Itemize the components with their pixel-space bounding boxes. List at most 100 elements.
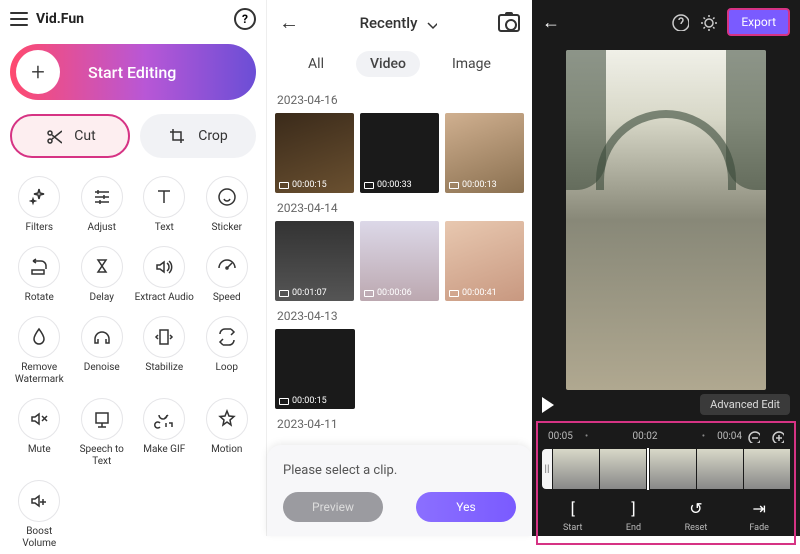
date-label: 2023-04-13 [277,309,524,323]
tool-grid: Filters Adjust TextSticker Rotate Delay Extra… [0,166,266,554]
tool-loop[interactable]: Loop [196,312,259,390]
trim-label: Start [563,523,582,533]
trim-fade-button[interactable]: ⇥Fade [749,499,769,533]
tool-label: Boost Volume [9,526,69,550]
tool-speed[interactable]: Speed [196,242,259,308]
speech-text-icon [81,398,123,440]
preview-thumbnail [566,50,766,390]
clip-thumb[interactable] [553,449,599,489]
duration-badge: 00:00:13 [449,180,497,190]
time-marker-0: 00:05 [548,431,573,442]
tool-remove-watermark[interactable]: Remove Watermark [8,312,71,390]
export-button[interactable]: Export [727,8,790,36]
tool-label: Mute [28,444,51,456]
video-thumbnail[interactable]: 00:00:13 [445,113,524,193]
tool-label: Rotate [25,292,54,304]
tool-filters[interactable]: Filters [8,172,71,238]
mute-icon [18,398,60,440]
tool-make-gif[interactable]: Make GIF [133,394,196,472]
start-editing-button[interactable]: + Start Editing [10,44,256,100]
video-thumbnail[interactable]: 00:00:33 [360,113,439,193]
tool-denoise[interactable]: Denoise [71,312,134,390]
clip-thumb[interactable] [650,449,696,489]
camera-icon[interactable] [498,14,520,32]
vol-wave-icon [143,246,185,288]
video-preview [532,44,800,390]
date-label: 2023-04-16 [277,93,524,107]
tool-extract-audio[interactable]: Extract Audio [133,242,196,308]
handle-icon[interactable]: || [542,449,552,489]
tool-mute[interactable]: Mute [8,394,71,472]
tool-label: Extract Audio [135,292,194,304]
tool-label: Adjust [87,222,116,234]
tool-speech-to-text[interactable]: Speech to Text [71,394,134,472]
editor-help-icon[interactable] [671,13,689,31]
tool-label: Denoise [84,362,120,374]
cut-button[interactable]: Cut [10,114,130,158]
advanced-edit-button[interactable]: Advanced Edit [700,394,790,415]
panel3-header: ← Export [532,0,800,44]
playhead-icon[interactable] [647,448,649,490]
trim-start-button[interactable]: [Start [563,499,582,533]
tools-panel: Vid.Fun ? + Start Editing Cut Crop Filte… [0,0,266,536]
settings-icon[interactable] [699,13,717,31]
tool-rotate[interactable]: Rotate [8,242,71,308]
duration-badge: 00:00:06 [364,288,412,298]
video-thumbnail[interactable]: 00:00:06 [360,221,439,301]
duration-badge: 00:00:33 [364,180,412,190]
yes-button[interactable]: Yes [416,492,516,522]
editor-back-icon[interactable]: ← [542,12,560,33]
tool-label: Stabilize [145,362,183,374]
clip-thumb[interactable] [600,449,646,489]
clip-thumb[interactable] [697,449,743,489]
video-thumbnail[interactable]: 00:00:41 [445,221,524,301]
tool-sticker[interactable]: Sticker [196,172,259,238]
video-thumbnail[interactable]: 00:00:15 [275,113,354,193]
select-clip-popup: Please select a clip. Preview Yes [267,445,532,536]
smile-icon [206,176,248,218]
gallery-dropdown[interactable]: Recently [299,14,498,32]
loop-icon [206,316,248,358]
duration-badge: 00:00:41 [449,288,497,298]
duration-badge: 00:00:15 [279,396,327,406]
tool-delay[interactable]: Delay [71,242,134,308]
preview-button[interactable]: Preview [283,492,383,522]
time-ruler: 00:05 • 00:02 • 00:04 [542,427,790,449]
sparkle-icon [18,176,60,218]
thumb-row: 00:01:07 00:00:06 00:00:41 [275,221,524,301]
tool-motion[interactable]: Motion [196,394,259,472]
tool-stabilize[interactable]: Stabilize [133,312,196,390]
hourglass-icon [81,246,123,288]
zoom-in-icon[interactable] [770,429,784,443]
video-thumbnail[interactable]: 00:01:07 [275,221,354,301]
chevron-down-icon [423,16,437,30]
back-arrow-icon[interactable]: ← [279,10,299,35]
gallery-dropdown-label: Recently [360,14,418,32]
zoom-out-icon[interactable] [746,429,760,443]
tab-all[interactable]: All [294,51,338,77]
end-icon: ] [625,499,643,517]
play-icon[interactable] [542,397,554,413]
help-icon[interactable]: ? [234,8,256,30]
tab-image[interactable]: Image [438,51,505,77]
video-thumbnail[interactable]: 00:00:15 [275,329,355,409]
trim-reset-button[interactable]: ↺Reset [685,499,708,533]
tab-video[interactable]: Video [356,51,420,77]
crop-button[interactable]: Crop [140,114,256,158]
clip-track[interactable]: || [542,449,790,489]
tool-label: Filters [25,222,53,234]
trim-end-button[interactable]: ]End [625,499,643,533]
tool-label: Delay [90,292,114,304]
headphones-icon [81,316,123,358]
tool-adjust[interactable]: Adjust [71,172,134,238]
clip-thumb[interactable] [744,449,790,489]
popup-message: Please select a clip. [283,463,516,478]
menu-icon[interactable] [10,12,28,26]
tool-label: Motion [211,444,242,456]
tool-text[interactable]: Text [133,172,196,238]
tool-boost-volume[interactable]: Boost Volume [8,476,71,554]
editor-panel: ← Export Advanced Edit 00:05 • 00:02 • 0… [532,0,800,536]
stabilize-icon [143,316,185,358]
gauge-icon [206,246,248,288]
sliders-icon [81,176,123,218]
